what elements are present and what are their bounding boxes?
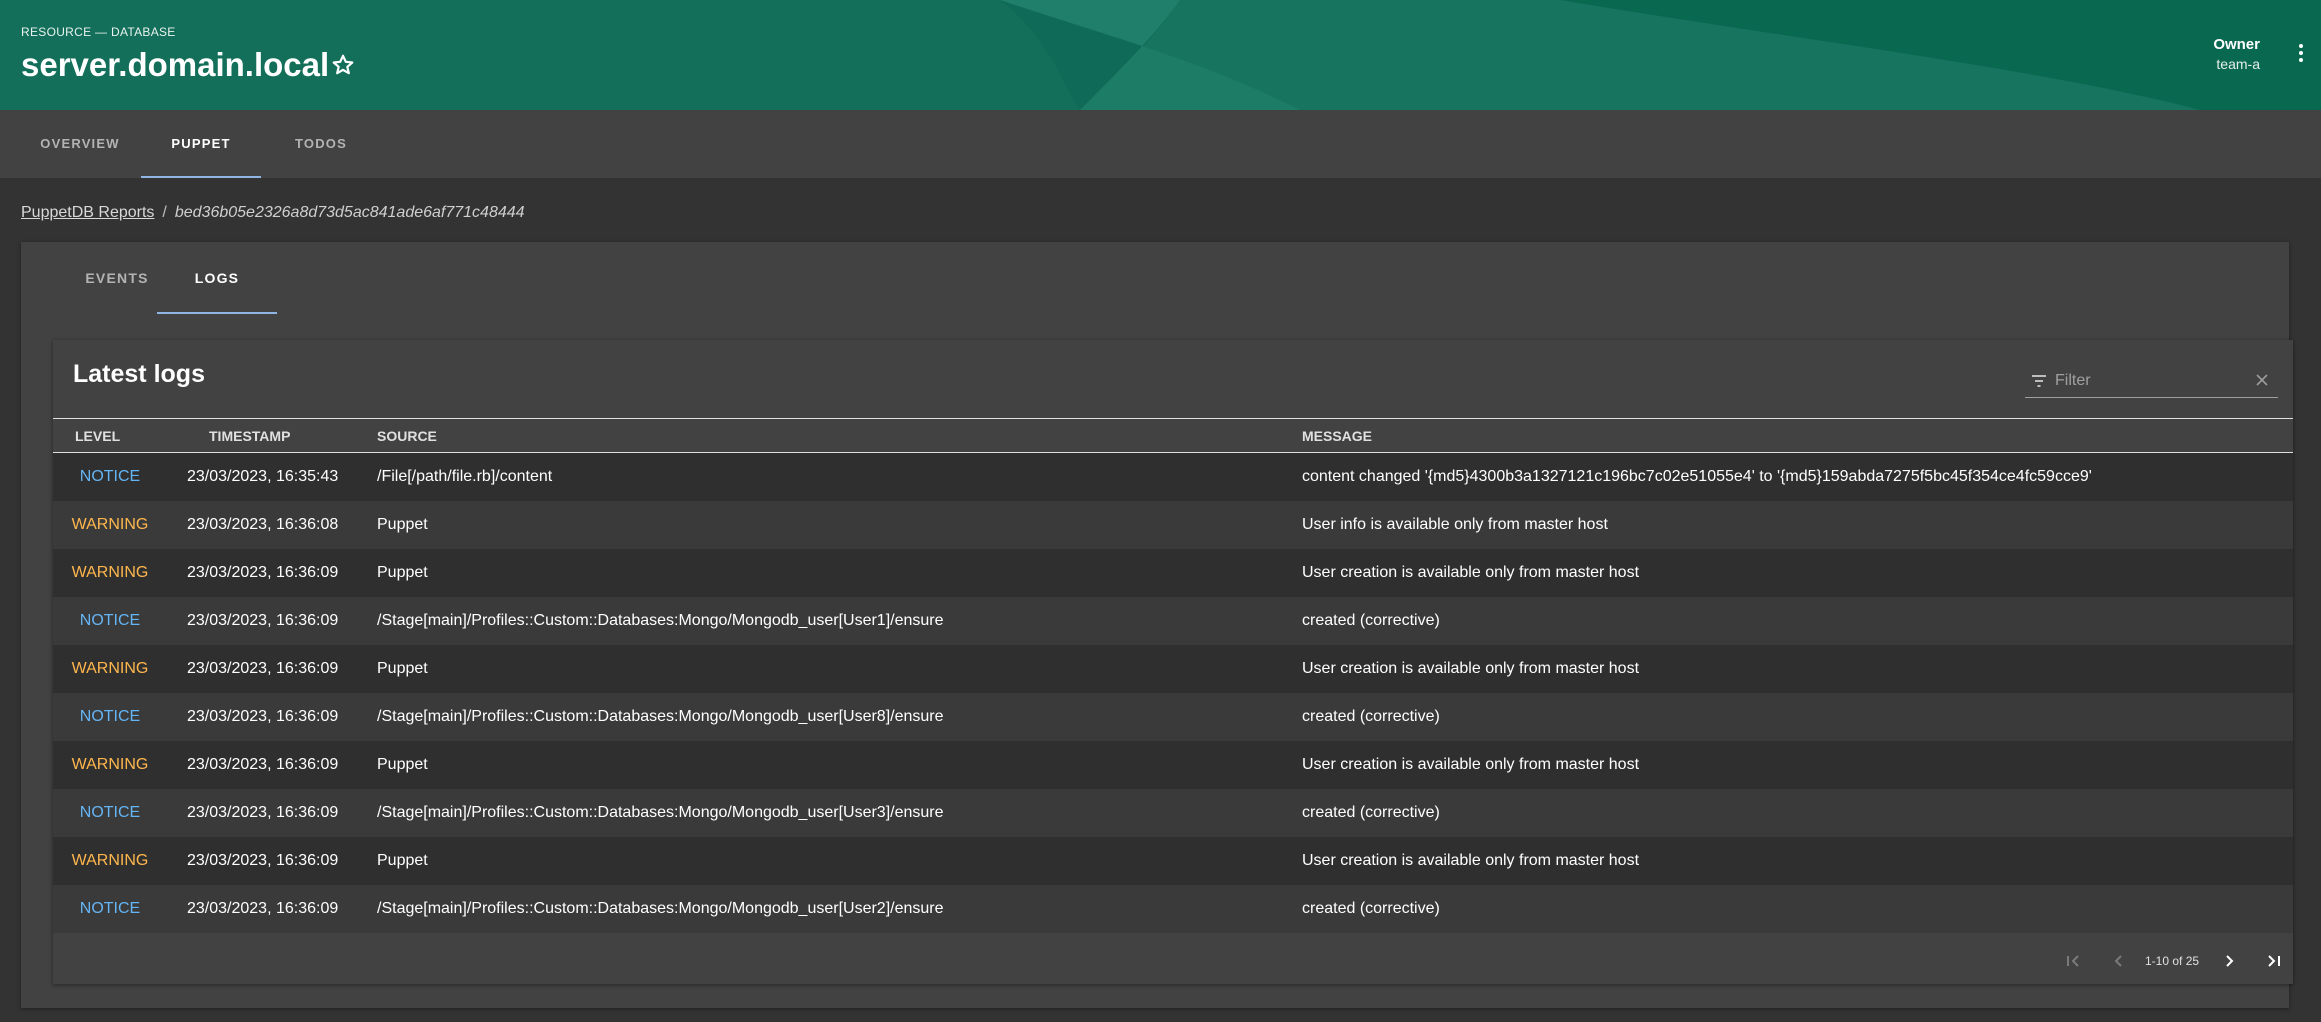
log-level: NOTICE [79,611,141,629]
log-source: Puppet [377,515,428,533]
log-message: User creation is available only from mas… [1302,851,1640,869]
log-message: created (corrective) [1302,707,1440,725]
log-level: WARNING [71,515,149,533]
log-timestamp: 23/03/2023, 16:36:09 [187,899,339,917]
resource-header: RESOURCE — DATABASE server.domain.local … [0,0,2321,110]
table-row: WARNING 23/03/2023, 16:36:08 Puppet User in… [53,500,2293,549]
log-timestamp: 23/03/2023, 16:36:09 [187,611,339,629]
page-title: server.domain.local [21,46,330,83]
log-message: content changed '{md5}4300b3a1327121c196… [1302,467,2092,485]
table-row: WARNING 23/03/2023, 16:36:09 Puppet User cr… [53,740,2293,789]
last-page-icon[interactable] [2264,951,2284,971]
resource-kind: RESOURCE — DATABASE [21,25,176,39]
logs-table-body: NOTICE 23/03/2023, 16:35:43/File[/path/fi… [53,452,2293,933]
tab-todos[interactable]: TODOS [261,110,381,178]
breadcrumb-link-puppetdb-reports[interactable]: PuppetDB Reports [21,204,154,221]
pagination: 1-10 of 25 [53,938,2293,984]
table-row: NOTICE 23/03/2023, 16:36:09/Stage[main]/P… [53,596,2293,645]
log-level: WARNING [71,755,149,773]
table-row: NOTICE 23/03/2023, 16:35:43/File[/path/fi… [53,452,2293,501]
log-message: User creation is available only from mas… [1302,755,1640,773]
breadcrumb-separator: / [162,204,167,221]
star-outline-icon[interactable] [330,52,356,78]
table-row: NOTICE 23/03/2023, 16:36:09/Stage[main]/P… [53,884,2293,933]
log-source: /Stage[main]/Profiles::Custom::Databases… [377,611,944,629]
log-level: NOTICE [79,899,141,917]
log-timestamp: 23/03/2023, 16:36:09 [187,707,339,725]
pagination-range: 1-10 of 25 [2145,954,2200,968]
tab-puppet[interactable]: PUPPET [141,110,261,178]
main-tabs: OVERVIEW PUPPET TODOS [0,110,2321,178]
log-source: /Stage[main]/Profiles::Custom::Databases… [377,899,944,917]
log-source: /File[/path/file.rb]/content [377,467,553,485]
log-message: created (corrective) [1302,803,1440,821]
tab-logs[interactable]: LOGS [157,242,277,314]
column-header-message[interactable]: MESSAGE [1302,419,2293,453]
log-source: Puppet [377,659,428,677]
log-source: Puppet [377,563,428,581]
log-source: /Stage[main]/Profiles::Custom::Databases… [377,803,944,821]
first-page-icon[interactable] [2063,951,2083,971]
table-row: WARNING 23/03/2023, 16:36:09 Puppet User cr… [53,644,2293,693]
log-level: NOTICE [79,707,141,725]
table-row: NOTICE 23/03/2023, 16:36:09/Stage[main]/P… [53,788,2293,837]
column-header-source[interactable]: SOURCE [377,419,1302,453]
breadcrumb-current: bed36b05e2326a8d73d5ac841ade6af771c48444 [174,204,525,221]
table-row: NOTICE 23/03/2023, 16:36:09/Stage[main]/P… [53,692,2293,741]
log-timestamp: 23/03/2023, 16:35:43 [187,467,339,485]
log-message: created (corrective) [1302,899,1440,917]
breadcrumb: PuppetDB Reports / bed36b05e2326a8d73d5ac8… [21,204,525,222]
log-timestamp: 23/03/2023, 16:36:08 [187,515,339,533]
log-source: Puppet [377,851,428,869]
owner-label: Owner [2213,36,2260,53]
next-page-icon[interactable] [2219,951,2239,971]
log-message: created (corrective) [1302,611,1440,629]
log-message: User info is available only from master … [1302,515,1608,533]
log-timestamp: 23/03/2023, 16:36:09 [187,563,339,581]
log-timestamp: 23/03/2023, 16:36:09 [187,755,339,773]
tab-overview[interactable]: OVERVIEW [21,110,139,178]
table-row: WARNING 23/03/2023, 16:36:09 Puppet User cr… [53,836,2293,885]
log-message: User creation is available only from mas… [1302,563,1640,581]
filter-input[interactable] [2053,367,2247,395]
log-timestamp: 23/03/2023, 16:36:09 [187,803,339,821]
log-level: WARNING [71,851,149,869]
close-icon[interactable] [2254,372,2270,388]
table-header-row: LEVEL TIMESTAMP SOURCE MESSAGE [53,418,2293,453]
log-source: /Stage[main]/Profiles::Custom::Databases… [377,707,944,725]
owner-value: team-a [2216,56,2260,72]
logs-table: LEVEL TIMESTAMP SOURCE MESSAGE NOTICE 23/… [53,418,2293,933]
more-vertical-icon[interactable] [2297,44,2305,64]
column-header-timestamp[interactable]: TIMESTAMP [167,419,377,453]
log-level: WARNING [71,659,149,677]
log-timestamp: 23/03/2023, 16:36:09 [187,851,339,869]
filter-icon [2032,375,2046,387]
table-row: WARNING 23/03/2023, 16:36:09 Puppet User cr… [53,548,2293,597]
log-level: NOTICE [79,803,141,821]
log-level: WARNING [71,563,149,581]
report-panel: EVENTS LOGS Latest logs LEVEL TIMESTAMP … [21,242,2293,1008]
log-timestamp: 23/03/2023, 16:36:09 [187,659,339,677]
filter-field [2025,365,2278,398]
column-header-level[interactable]: LEVEL [53,419,167,453]
previous-page-icon[interactable] [2109,951,2129,971]
logs-card: Latest logs LEVEL TIMESTAMP SOURCE MESSA… [53,340,2293,984]
log-source: Puppet [377,755,428,773]
logs-title: Latest logs [73,360,205,388]
log-message: User creation is available only from mas… [1302,659,1640,677]
log-level: NOTICE [79,467,141,485]
